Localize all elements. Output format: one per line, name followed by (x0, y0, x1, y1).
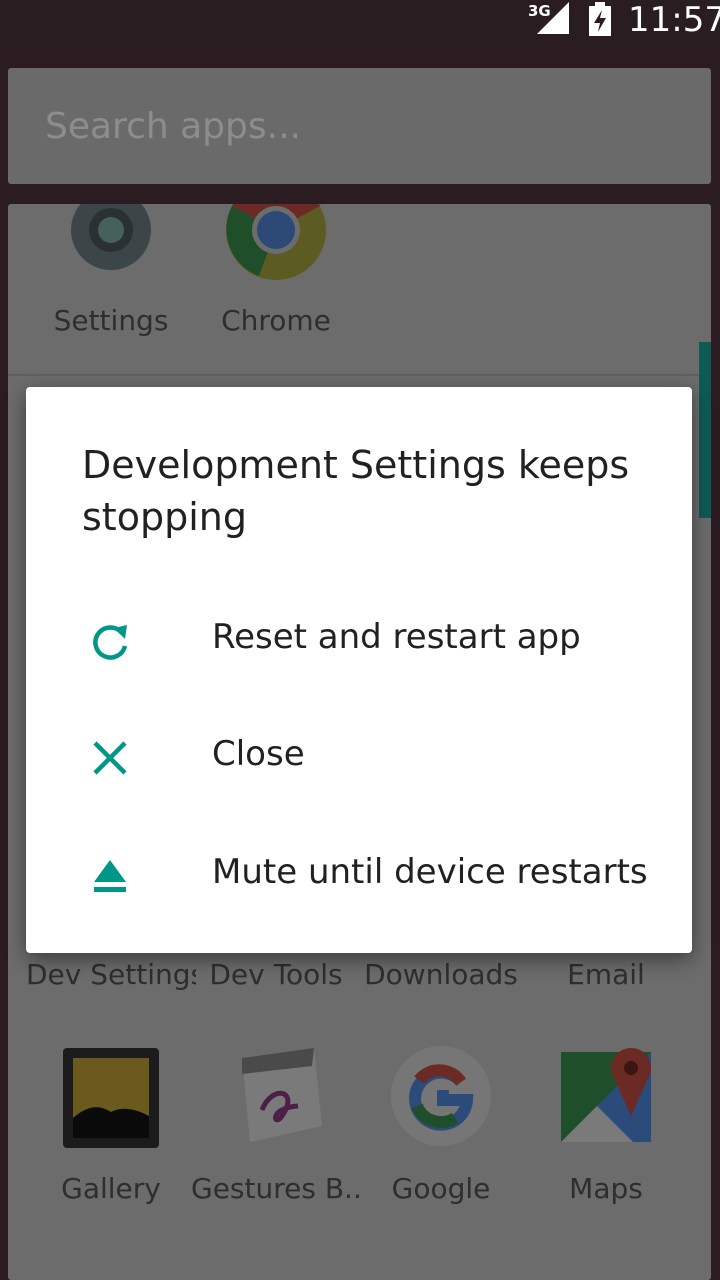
option-label: Reset and restart app (212, 617, 581, 657)
app-label: Maps (569, 1172, 643, 1205)
option-label: Close (212, 734, 305, 774)
app-gestures-builder[interactable]: Gestures B.. (191, 1040, 361, 1220)
gallery-icon (63, 1048, 159, 1148)
app-label: Chrome (221, 304, 331, 337)
status-bar: 3G 11:57 (0, 0, 720, 48)
eject-icon (94, 860, 126, 892)
app-label: Email (567, 958, 645, 991)
app-label: Gestures B.. (191, 1172, 361, 1205)
clock: 11:57 (628, 0, 720, 40)
app-google[interactable]: Google (356, 1040, 526, 1220)
search-placeholder: Search apps... (45, 106, 301, 147)
app-label: Downloads (364, 958, 518, 991)
restart-icon (93, 625, 128, 660)
option-label: Mute until device restarts (212, 852, 648, 892)
battery-charging-icon (589, 2, 611, 36)
section-divider (8, 374, 711, 376)
google-icon (391, 1046, 491, 1146)
app-label: Google (391, 1172, 491, 1205)
app-gallery[interactable]: Gallery (26, 1040, 196, 1220)
settings-gear-icon (71, 204, 151, 270)
close-option[interactable]: Close (26, 700, 692, 816)
gestures-builder-icon (242, 1048, 322, 1142)
app-maps[interactable]: Maps (521, 1040, 691, 1220)
chrome-icon (226, 204, 326, 280)
close-icon (93, 741, 127, 775)
app-crash-dialog: Development Settings keeps stopping Rese… (26, 387, 692, 953)
mute-option[interactable]: Mute until device restarts (26, 818, 692, 934)
app-settings[interactable]: Settings (26, 204, 196, 354)
app-label: Settings (53, 304, 169, 337)
maps-icon (561, 1048, 651, 1142)
fast-scroll-thumb[interactable] (699, 342, 711, 518)
app-search-bar[interactable]: Search apps... (8, 68, 711, 184)
app-label: Gallery (61, 1172, 161, 1205)
reset-restart-option[interactable]: Reset and restart app (26, 583, 692, 699)
app-chrome[interactable]: Chrome (191, 204, 361, 354)
app-label: Dev Tools (209, 958, 343, 991)
dialog-title: Development Settings keeps stopping (82, 443, 630, 539)
signal-strength-icon (537, 2, 569, 34)
app-label: Dev Settings (26, 958, 196, 991)
